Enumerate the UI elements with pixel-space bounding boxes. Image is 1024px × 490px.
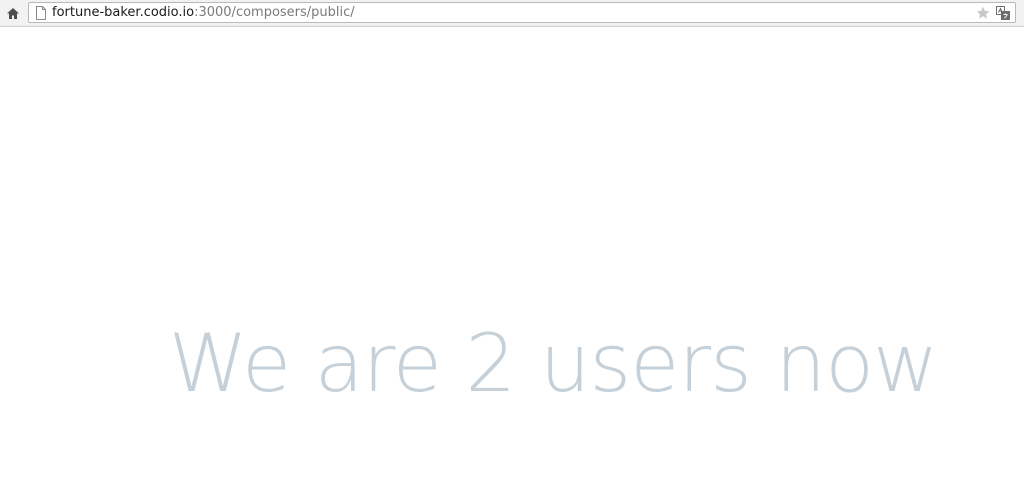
home-button[interactable] bbox=[4, 4, 22, 22]
browser-toolbar: fortune-baker.codio.io:3000/composers/pu… bbox=[0, 0, 1024, 27]
bookmark-button[interactable] bbox=[975, 5, 991, 21]
page-icon bbox=[36, 6, 46, 20]
translate-icon bbox=[996, 6, 1010, 20]
url-path: :3000/composers/public/ bbox=[194, 5, 355, 20]
star-icon bbox=[976, 6, 990, 19]
page-content: We are 2 users now bbox=[0, 27, 1024, 490]
url-host: fortune-baker.codio.io bbox=[52, 5, 195, 20]
url-text[interactable]: fortune-baker.codio.io:3000/composers/pu… bbox=[52, 4, 355, 22]
address-bar[interactable]: fortune-baker.codio.io:3000/composers/pu… bbox=[28, 2, 1016, 23]
user-count-headline: We are 2 users now bbox=[168, 317, 939, 410]
home-icon bbox=[7, 7, 19, 19]
translate-button[interactable] bbox=[995, 5, 1011, 21]
